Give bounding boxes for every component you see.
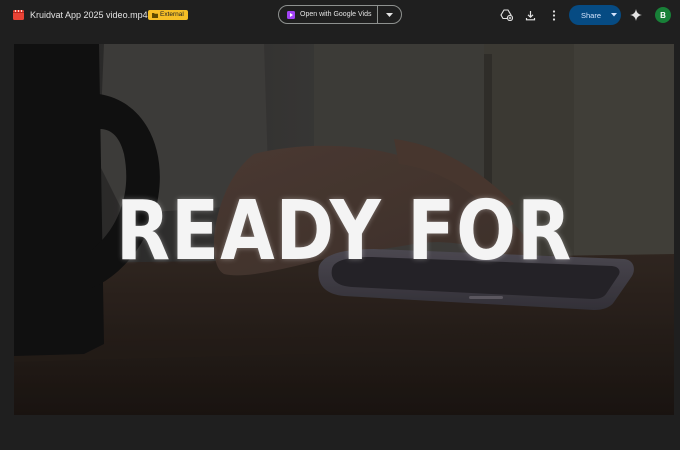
share-button-group: Share xyxy=(569,5,621,25)
file-name: Kruidvat App 2025 video.mp4 xyxy=(30,10,148,20)
chevron-down-icon xyxy=(611,13,617,17)
open-with-button-group: Open with Google Vids xyxy=(278,5,402,24)
open-with-label: Open with Google Vids xyxy=(300,11,372,18)
top-bar: Kruidvat App 2025 video.mp4 External Ope… xyxy=(0,0,680,30)
video-overlay-text: READY FOR xyxy=(115,184,573,279)
open-with-dropdown[interactable] xyxy=(378,6,401,23)
share-button[interactable]: Share xyxy=(569,5,607,25)
google-vids-icon xyxy=(287,10,295,19)
add-to-drive-icon xyxy=(499,9,513,21)
download-button[interactable] xyxy=(521,6,539,24)
open-with-button[interactable]: Open with Google Vids xyxy=(279,6,379,23)
video-player[interactable]: READY FOR xyxy=(14,44,674,415)
folder-shared-icon xyxy=(152,13,158,18)
external-badge: External xyxy=(148,10,188,20)
add-shortcut-button[interactable] xyxy=(497,6,515,24)
gemini-button[interactable] xyxy=(627,6,645,24)
gemini-sparkle-icon xyxy=(630,9,642,21)
badge-label: External xyxy=(160,11,184,18)
chevron-down-icon xyxy=(386,12,394,17)
more-vert-icon xyxy=(552,9,556,21)
account-avatar[interactable]: B xyxy=(655,7,671,23)
share-dropdown[interactable] xyxy=(607,5,621,25)
download-icon xyxy=(525,10,535,20)
more-actions-button[interactable] xyxy=(545,6,563,24)
video-file-icon xyxy=(13,10,24,20)
